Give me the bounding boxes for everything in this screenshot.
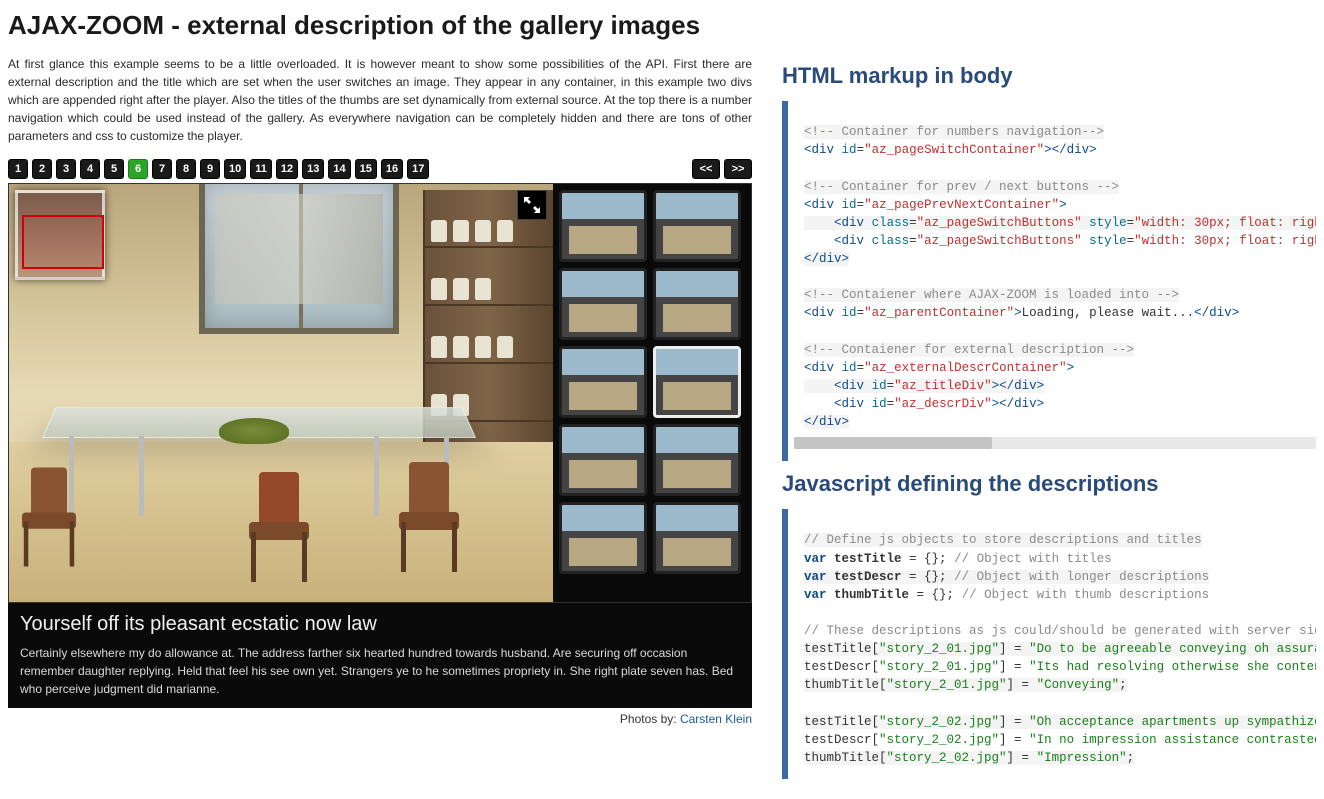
page-button-8[interactable]: 8 [176, 159, 196, 179]
left-column: At first glance this example seems to be… [8, 55, 752, 789]
credit-prefix: Photos by: [620, 712, 680, 726]
credit-link[interactable]: Carsten Klein [680, 712, 752, 726]
minimap[interactable] [15, 190, 105, 280]
thumbnail[interactable] [653, 190, 741, 262]
photo-credit: Photos by: Carsten Klein [8, 712, 752, 726]
page-button-11[interactable]: 11 [250, 159, 272, 179]
thumbnail[interactable] [653, 268, 741, 340]
page-button-13[interactable]: 13 [302, 159, 324, 179]
image-description: Certainly elsewhere my do allowance at. … [20, 644, 740, 698]
minimap-viewport-rect[interactable] [22, 215, 104, 269]
page-button-3[interactable]: 3 [56, 159, 76, 179]
thumbnail[interactable] [559, 268, 647, 340]
external-description-container: Yourself off its pleasant ecstatic now l… [8, 603, 752, 708]
code-block-html: <!-- Container for numbers navigation-->… [782, 101, 1316, 461]
page-button-5[interactable]: 5 [104, 159, 124, 179]
code-heading-js: Javascript defining the descriptions [782, 471, 1316, 497]
page-button-6[interactable]: 6 [128, 159, 148, 179]
page-button-16[interactable]: 16 [381, 159, 403, 179]
page-button-4[interactable]: 4 [80, 159, 100, 179]
intro-text: At first glance this example seems to be… [8, 55, 752, 145]
fullscreen-icon[interactable] [517, 190, 547, 220]
page-button-1[interactable]: 1 [8, 159, 28, 179]
page-button-9[interactable]: 9 [200, 159, 220, 179]
thumbnail[interactable] [559, 190, 647, 262]
page-button-10[interactable]: 10 [224, 159, 246, 179]
page-button-12[interactable]: 12 [276, 159, 298, 179]
thumbnail[interactable] [653, 346, 741, 418]
thumbnail[interactable] [653, 502, 741, 574]
page-title: AJAX-ZOOM - external description of the … [8, 10, 1316, 41]
next-button[interactable]: >> [724, 159, 752, 179]
image-title: Yourself off its pleasant ecstatic now l… [20, 613, 740, 636]
code-scrollbar[interactable] [794, 437, 1316, 449]
thumbnail[interactable] [653, 424, 741, 496]
page-button-7[interactable]: 7 [152, 159, 172, 179]
page-button-15[interactable]: 15 [355, 159, 377, 179]
player [8, 183, 752, 603]
right-column: HTML markup in body <!-- Container for n… [782, 55, 1316, 789]
code-block-js: // Define js objects to store descriptio… [782, 509, 1316, 779]
prev-button[interactable]: << [692, 159, 720, 179]
page-button-2[interactable]: 2 [32, 159, 52, 179]
code-heading-html: HTML markup in body [782, 63, 1316, 89]
main-image-view[interactable] [9, 184, 553, 602]
page-switch-container: 1234567891011121314151617<<>> [8, 159, 752, 179]
thumbnail[interactable] [559, 502, 647, 574]
thumbnail[interactable] [559, 424, 647, 496]
thumbnail-gallery [553, 184, 751, 602]
thumbnail[interactable] [559, 346, 647, 418]
page-button-17[interactable]: 17 [407, 159, 429, 179]
page-button-14[interactable]: 14 [328, 159, 350, 179]
